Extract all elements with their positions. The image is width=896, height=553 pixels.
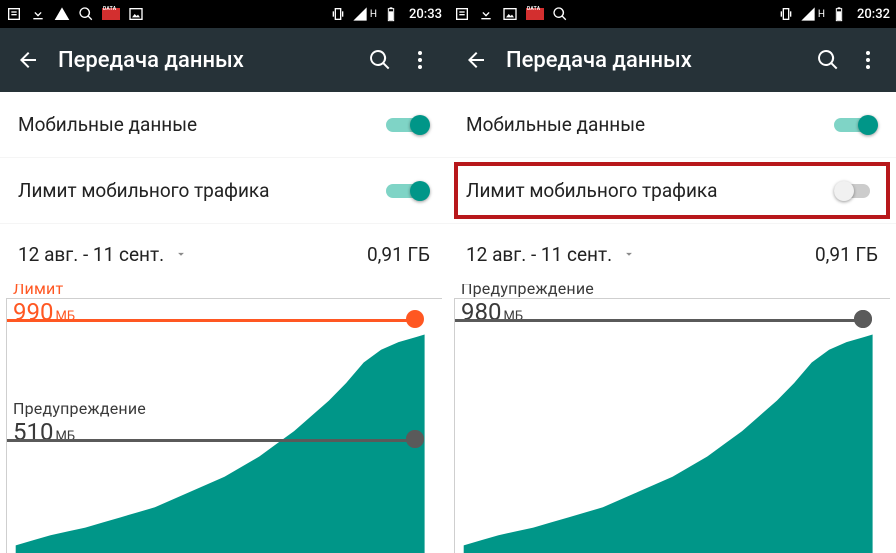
status-download-icon: [478, 6, 494, 22]
statusbar: H 20:32: [448, 0, 896, 28]
page-title: Передача данных: [506, 48, 808, 73]
status-network-type: H: [818, 9, 825, 20]
status-image-icon: [502, 6, 518, 22]
status-network-type: H: [370, 9, 377, 20]
chevron-down-icon: [622, 247, 636, 261]
row-limit[interactable]: Лимит мобильного трафика: [448, 158, 896, 224]
row-mobile-data-label: Мобильные данные: [466, 113, 834, 136]
period-usage: 0,91 ГБ: [815, 243, 878, 266]
screen-left: H 20:33 Передача данных Мобильные данные…: [0, 0, 448, 553]
status-image-icon: [128, 6, 144, 22]
status-search-icon: [78, 6, 94, 22]
status-vibrate-icon: [778, 6, 794, 22]
status-signal-icon: [800, 6, 816, 22]
limit-switch[interactable]: [834, 179, 878, 203]
warning-caption: Предупреждение: [461, 284, 594, 298]
overflow-menu-button[interactable]: [400, 40, 440, 80]
usage-area: [455, 299, 890, 553]
period-dropdown[interactable]: 12 авг. - 11 сент.: [18, 243, 188, 266]
back-button[interactable]: [456, 40, 496, 80]
status-warning-icon: [54, 6, 70, 22]
period-dropdown[interactable]: 12 авг. - 11 сент.: [466, 243, 636, 266]
limit-switch[interactable]: [386, 179, 430, 203]
search-button[interactable]: [360, 40, 400, 80]
limit-handle-icon[interactable]: [406, 310, 424, 328]
period-range: 12 авг. - 11 сент.: [466, 243, 612, 266]
appbar: Передача данных: [448, 28, 896, 92]
appbar: Передача данных: [0, 28, 448, 92]
status-notif-icon: [454, 6, 470, 22]
row-limit[interactable]: Лимит мобильного трафика: [0, 158, 448, 224]
statusbar: H 20:33: [0, 0, 448, 28]
status-vibrate-icon: [330, 6, 346, 22]
page-title: Передача данных: [58, 48, 360, 73]
chevron-down-icon: [174, 247, 188, 261]
status-search-icon: [552, 6, 568, 22]
period-usage: 0,91 ГБ: [367, 243, 430, 266]
status-download-icon: [30, 6, 46, 22]
period-row: 12 авг. - 11 сент. 0,91 ГБ: [0, 224, 448, 284]
period-range: 12 авг. - 11 сент.: [18, 243, 164, 266]
search-button[interactable]: [808, 40, 848, 80]
row-mobile-data-label: Мобильные данные: [18, 113, 386, 136]
warning-caption: Предупреждение: [13, 399, 146, 418]
status-battery-icon: [383, 6, 399, 22]
data-usage-chart: Лимит 990МБ Предупреждение 510МБ: [0, 284, 448, 553]
mobile-data-switch[interactable]: [386, 113, 430, 137]
status-notif-icon: [6, 6, 22, 22]
warning-handle-icon[interactable]: [854, 310, 872, 328]
row-mobile-data[interactable]: Мобильные данные: [448, 92, 896, 158]
status-time: 20:33: [409, 7, 442, 22]
row-limit-label: Лимит мобильного трафика: [466, 179, 834, 202]
row-limit-label: Лимит мобильного трафика: [18, 179, 386, 202]
period-row: 12 авг. - 11 сент. 0,91 ГБ: [448, 224, 896, 284]
row-mobile-data[interactable]: Мобильные данные: [0, 92, 448, 158]
data-usage-chart: Предупреждение 980МБ: [448, 284, 896, 553]
limit-caption: Лимит: [13, 284, 75, 298]
status-data-icon: [526, 8, 544, 20]
status-signal-icon: [352, 6, 368, 22]
back-button[interactable]: [8, 40, 48, 80]
screen-right: H 20:32 Передача данных Мобильные данные…: [448, 0, 896, 553]
status-data-icon: [102, 8, 120, 20]
status-battery-icon: [831, 6, 847, 22]
status-time: 20:32: [857, 7, 890, 22]
overflow-menu-button[interactable]: [848, 40, 888, 80]
mobile-data-switch[interactable]: [834, 113, 878, 137]
warning-handle-icon[interactable]: [406, 430, 424, 448]
